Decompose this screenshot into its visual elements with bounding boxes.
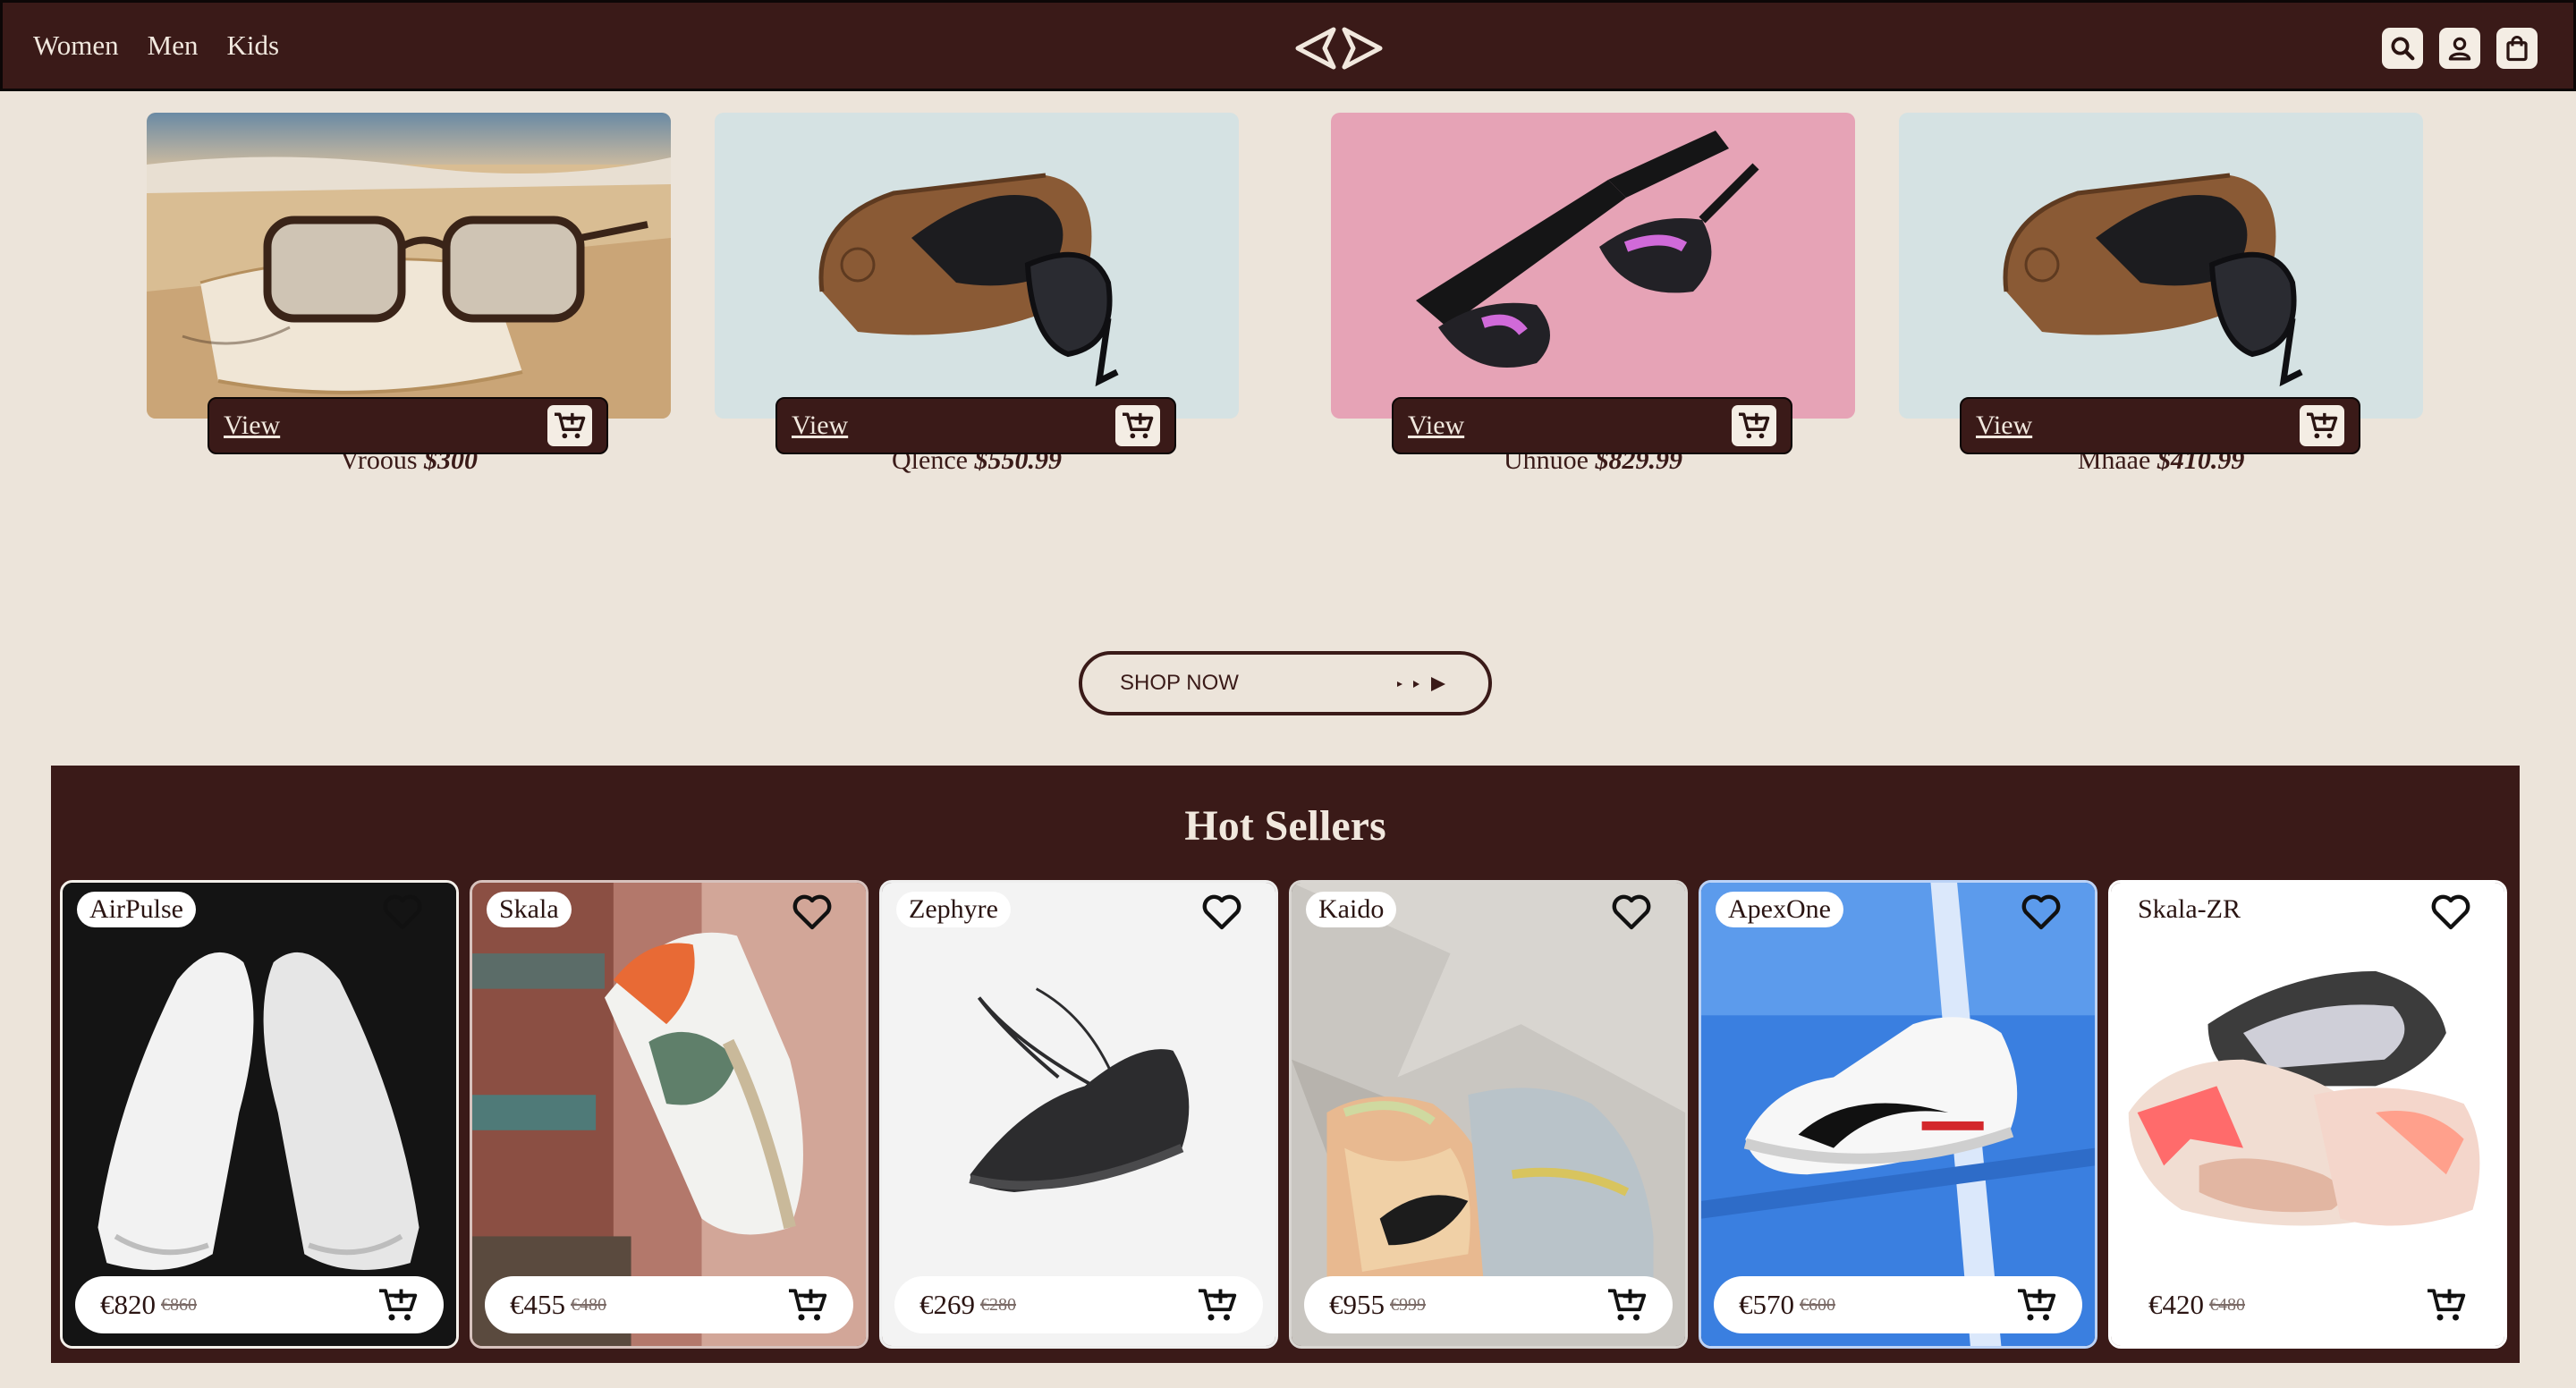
hot-seller-card[interactable]: Zephyre €269 €280 xyxy=(879,880,1278,1349)
top-navigation-bar: Women Men Kids xyxy=(0,0,2576,91)
hot-seller-card[interactable]: Kaido €955 €999 xyxy=(1289,880,1688,1349)
view-link[interactable]: View xyxy=(1976,410,2032,441)
cart-add-icon[interactable] xyxy=(2016,1286,2057,1324)
nav-kids[interactable]: Kids xyxy=(226,30,279,62)
product-name-tag: Zephyre xyxy=(896,892,1011,927)
cart-add-icon[interactable] xyxy=(377,1286,419,1324)
search-button[interactable] xyxy=(2382,28,2423,69)
product-name-tag: ApexOne xyxy=(1716,892,1843,927)
product-name-tag: Skala xyxy=(487,892,572,927)
cart-add-icon[interactable] xyxy=(1197,1286,1238,1324)
cart-add-icon xyxy=(1739,412,1770,439)
cart-add-icon xyxy=(1123,412,1154,439)
hot-seller-card[interactable]: ApexOne €570 €600 xyxy=(1699,880,2097,1349)
old-price: €280 xyxy=(980,1294,1016,1315)
add-to-cart-button[interactable] xyxy=(1732,405,1776,446)
old-price: €480 xyxy=(2209,1294,2245,1315)
search-icon xyxy=(2391,37,2415,61)
header-actions xyxy=(2382,28,2538,69)
nav-women[interactable]: Women xyxy=(33,30,119,62)
product-action-bar: View xyxy=(775,397,1176,454)
view-link[interactable]: View xyxy=(1408,410,1464,441)
price-bar: €570 €600 xyxy=(1714,1276,2082,1333)
old-price: €860 xyxy=(161,1294,197,1315)
cart-add-icon[interactable] xyxy=(2426,1286,2467,1324)
heart-icon[interactable] xyxy=(381,893,424,931)
product-image[interactable] xyxy=(1331,113,1855,419)
price-bar: €269 €280 xyxy=(894,1276,1263,1333)
current-price: €955 xyxy=(1329,1289,1385,1320)
cart-add-icon xyxy=(555,412,586,439)
product-name-tag: Skala-ZR xyxy=(2125,892,2253,927)
play-arrows-icon xyxy=(1397,677,1445,691)
add-to-cart-button[interactable] xyxy=(2300,405,2344,446)
price-bar: €420 €480 xyxy=(2123,1276,2492,1333)
hot-sellers-section: Hot Sellers AirPulse €820 €860 Skala €45… xyxy=(51,766,2520,1363)
price-bar: €820 €860 xyxy=(75,1276,444,1333)
product-name-tag: AirPulse xyxy=(77,892,196,927)
heart-icon[interactable] xyxy=(2429,893,2472,931)
old-price: €999 xyxy=(1390,1294,1426,1315)
account-button[interactable] xyxy=(2439,28,2480,69)
brand-logo[interactable] xyxy=(1294,26,1384,71)
view-link[interactable]: View xyxy=(224,410,280,441)
add-to-cart-button[interactable] xyxy=(547,405,592,446)
main-nav: Women Men Kids xyxy=(33,3,308,89)
section-title: Hot Sellers xyxy=(1184,802,1386,850)
current-price: €820 xyxy=(100,1289,156,1320)
shopping-bag-icon xyxy=(2506,36,2528,62)
old-price: €600 xyxy=(1800,1294,1835,1315)
heart-icon[interactable] xyxy=(2020,893,2063,931)
current-price: €570 xyxy=(1739,1289,1794,1320)
current-price: €455 xyxy=(510,1289,565,1320)
cart-add-icon[interactable] xyxy=(787,1286,828,1324)
cart-bag-button[interactable] xyxy=(2496,28,2538,69)
hot-seller-card[interactable]: AirPulse €820 €860 xyxy=(60,880,459,1349)
cart-add-icon[interactable] xyxy=(1606,1286,1648,1324)
product-image[interactable] xyxy=(1899,113,2423,419)
product-image[interactable] xyxy=(147,113,671,419)
current-price: €420 xyxy=(2148,1289,2204,1320)
price-bar: €455 €480 xyxy=(485,1276,853,1333)
product-action-bar: View xyxy=(1960,397,2360,454)
shop-now-label: SHOP NOW xyxy=(1120,671,1239,695)
nav-men[interactable]: Men xyxy=(148,30,199,62)
product-action-bar: View xyxy=(1392,397,1792,454)
hot-seller-card[interactable]: Skala-ZR €420 €480 xyxy=(2108,880,2507,1349)
product-action-bar: View xyxy=(208,397,608,454)
heart-icon[interactable] xyxy=(791,893,834,931)
heart-icon[interactable] xyxy=(1200,893,1243,931)
price-bar: €955 €999 xyxy=(1304,1276,1673,1333)
view-link[interactable]: View xyxy=(792,410,848,441)
user-icon xyxy=(2448,37,2471,61)
current-price: €269 xyxy=(919,1289,975,1320)
heart-icon[interactable] xyxy=(1610,893,1653,931)
old-price: €480 xyxy=(571,1294,606,1315)
hot-seller-card[interactable]: Skala €455 €480 xyxy=(470,880,869,1349)
product-image[interactable] xyxy=(715,113,1239,419)
cart-add-icon xyxy=(2307,412,2338,439)
shop-now-button[interactable]: SHOP NOW xyxy=(1079,651,1492,715)
add-to-cart-button[interactable] xyxy=(1115,405,1160,446)
product-name-tag: Kaido xyxy=(1306,892,1397,927)
